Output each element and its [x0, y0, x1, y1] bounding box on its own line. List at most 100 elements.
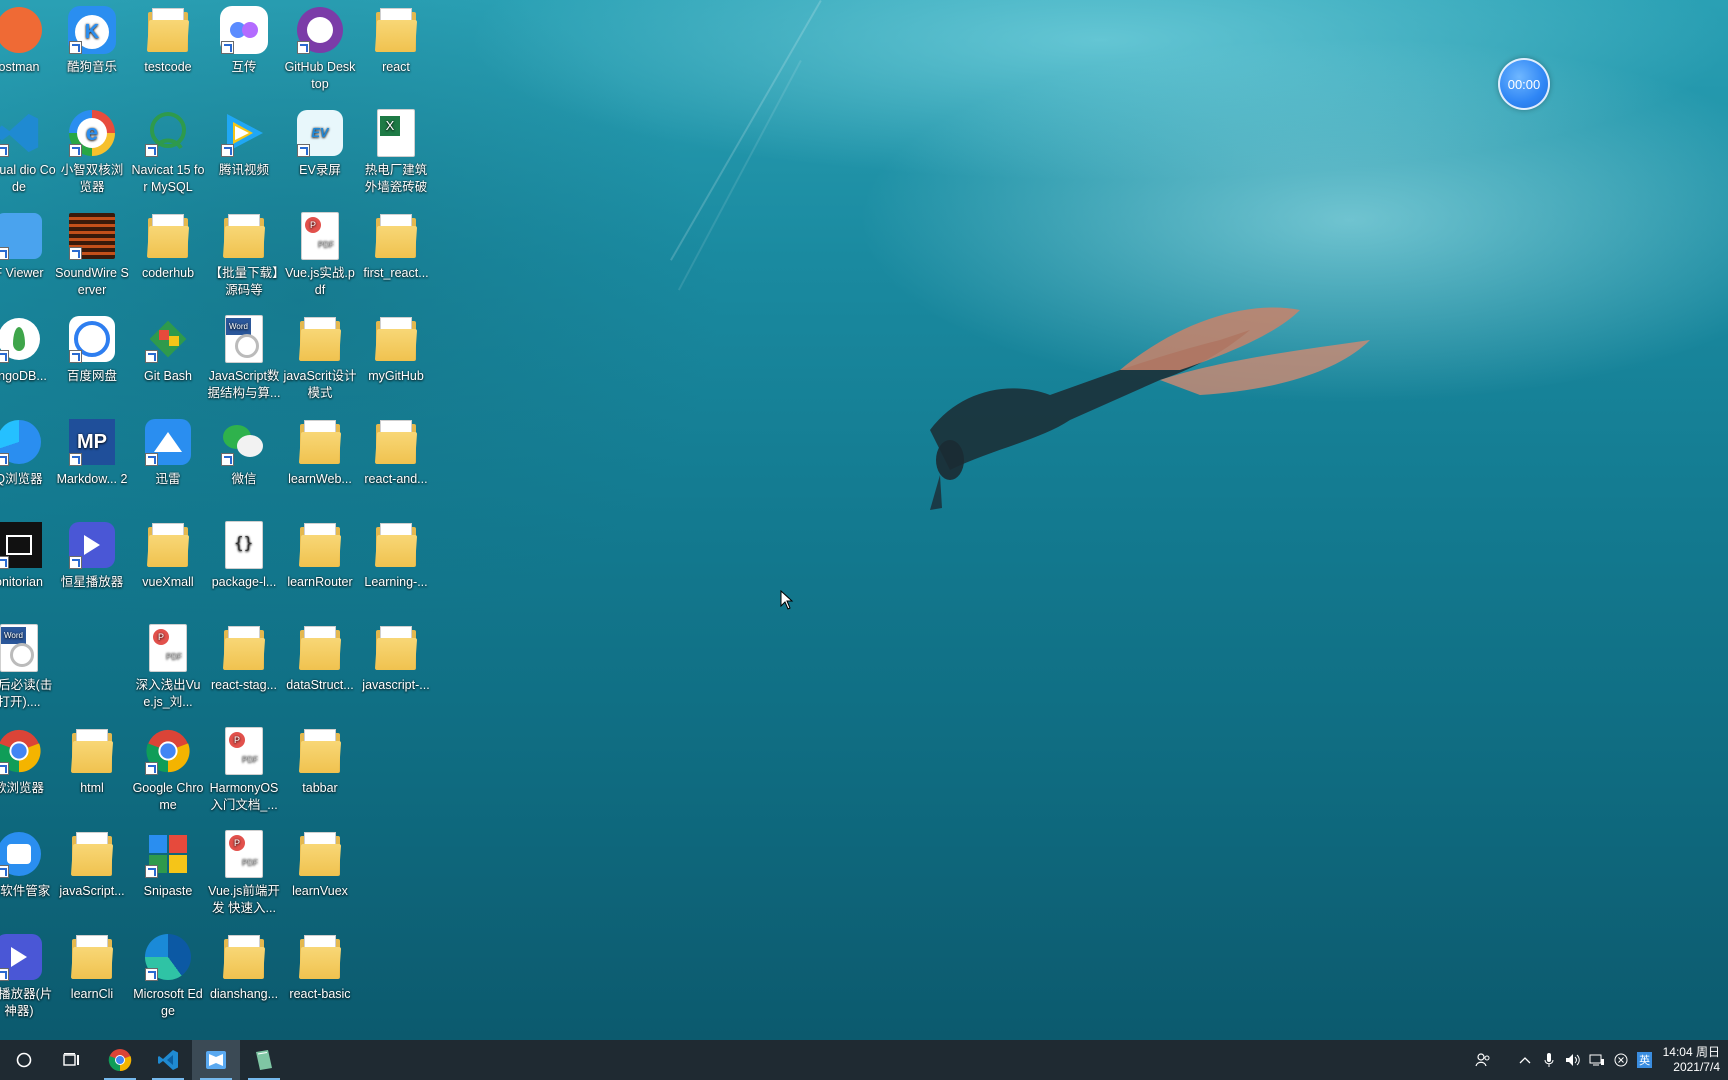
input-method-indicator[interactable]: 英	[1633, 1040, 1657, 1080]
desktop-icon[interactable]: EV EV录屏	[283, 103, 357, 179]
chevron-up-icon[interactable]	[1513, 1040, 1537, 1080]
desktop-icon[interactable]: testcode	[131, 0, 205, 76]
desktop-icon[interactable]: K 酷狗音乐	[55, 0, 129, 76]
search-button[interactable]	[0, 1040, 48, 1080]
desktop-icon[interactable]: P PDF Vue.js实战.pdf	[283, 206, 357, 299]
desktop-icon[interactable]: 恒星播放器	[55, 515, 129, 591]
mongodb-icon	[0, 313, 45, 365]
desktop-icon[interactable]: P PDF Vue.js前端开发 快速入...	[207, 824, 281, 917]
desktop-icon[interactable]: javaScript...	[55, 824, 129, 900]
clock[interactable]: 14:04 周日 2021/7/4	[1657, 1045, 1728, 1075]
desktop-icon-label: 深入浅出Vue.js_刘...	[135, 678, 201, 709]
excel-icon: X	[370, 107, 422, 159]
vscode-icon	[158, 1050, 178, 1070]
desktop-icon[interactable]: first_react...	[359, 206, 433, 282]
desktop-icon-label: react	[382, 60, 410, 74]
desktop-icon[interactable]: ongoDB...	[0, 309, 56, 385]
desktop-icon[interactable]: Q浏览器	[0, 412, 56, 488]
volume-icon[interactable]	[1561, 1040, 1585, 1080]
desktop-icon[interactable]: X 热电厂建筑外墙瓷砖破损...	[359, 103, 433, 196]
desktop-icon[interactable]: 腾讯视频	[207, 103, 281, 179]
folder-icon	[370, 210, 422, 262]
people-icon[interactable]	[1471, 1040, 1495, 1080]
recording-timer[interactable]: 00:00	[1498, 58, 1550, 110]
desktop-icon[interactable]: Learning-...	[359, 515, 433, 591]
desktop-icon[interactable]: html	[55, 721, 129, 797]
folder-icon	[142, 210, 194, 262]
desktop-icon[interactable]: dataStruct...	[283, 618, 357, 694]
taskbar-chrome[interactable]	[96, 1040, 144, 1080]
desktop-icon[interactable]: coderhub	[131, 206, 205, 282]
tencent-video-icon	[218, 107, 270, 159]
desktop-icon[interactable]: {} package-l...	[207, 515, 281, 591]
baidu-icon	[66, 313, 118, 365]
desktop-icon[interactable]: ostman	[0, 0, 56, 76]
desktop-icon[interactable]: Git Bash	[131, 309, 205, 385]
taskbar-vscode[interactable]	[144, 1040, 192, 1080]
desktop-icon[interactable]: Snipaste	[131, 824, 205, 900]
desktop-icon[interactable]: tabbar	[283, 721, 357, 797]
desktop-icon-label: dataStruct...	[286, 678, 354, 692]
taskbar-pdf-viewer[interactable]	[192, 1040, 240, 1080]
folder-icon	[142, 519, 194, 571]
desktop-icon[interactable]: vueXmall	[131, 515, 205, 591]
desktop-icon[interactable]: learnRouter	[283, 515, 357, 591]
desktop-icon[interactable]: react-and...	[359, 412, 433, 488]
task-view-button[interactable]	[48, 1040, 96, 1080]
pdf-icon: P PDF	[218, 828, 270, 880]
desktop-icon[interactable]: P PDF HarmonyOS入门文档_...	[207, 721, 281, 814]
status-error-icon[interactable]	[1609, 1040, 1633, 1080]
desktop-icon[interactable]: P PDF 深入浅出Vue.js_刘...	[131, 618, 205, 711]
taskbar-notepad[interactable]	[240, 1040, 288, 1080]
desktop-icon[interactable]: 星软件管家	[0, 824, 56, 900]
desktop-icon[interactable]: learnCli	[55, 927, 129, 1003]
desktop-icon[interactable]: Word JavaScript数据结构与算...	[207, 309, 281, 402]
desktop-icon-label: vueXmall	[142, 575, 194, 589]
desktop-icon[interactable]: myGitHub	[359, 309, 433, 385]
notepad-icon	[256, 1050, 272, 1070]
desktop-icon[interactable]: dianshang...	[207, 927, 281, 1003]
desktop-icon[interactable]: e 小智双核浏览器	[55, 103, 129, 196]
desktop-icon[interactable]: onitorian	[0, 515, 56, 591]
desktop-icon[interactable]: learnWeb...	[283, 412, 357, 488]
desktop-icon[interactable]: Microsoft Edge	[131, 927, 205, 1020]
desktop-icon-label: myGitHub	[368, 369, 424, 383]
desktop-icon[interactable]: SoundWire Server	[55, 206, 129, 299]
folder-icon	[218, 622, 270, 674]
desktop-icon[interactable]: react-stag...	[207, 618, 281, 694]
desktop-icon[interactable]: 星播放器(片神器)	[0, 927, 56, 1020]
desktop-icon[interactable]: react	[359, 0, 433, 76]
desktop-icon-label: 星软件管家	[0, 884, 51, 898]
desktop-icon[interactable]: 【批量下载】源码等	[207, 206, 281, 299]
desktop-icon-label: ongoDB...	[0, 369, 47, 383]
desktop-icon[interactable]: 迅雷	[131, 412, 205, 488]
desktop-icon[interactable]: react-basic	[283, 927, 357, 1003]
qqbrowser-icon	[0, 416, 45, 468]
desktop-icon[interactable]: javaScrit设计模式	[283, 309, 357, 402]
desktop-icon[interactable]: javascript-...	[359, 618, 433, 694]
desktop-icon[interactable]: MP Markdow... 2	[55, 412, 129, 488]
desktop-icon[interactable]: F Viewer	[0, 206, 56, 282]
desktop-icon-label: learnWeb...	[288, 472, 352, 486]
soundwire-icon	[66, 210, 118, 262]
desktop-icon-label: react-basic	[289, 987, 351, 1001]
desktop-icon[interactable]: Google Chrome	[131, 721, 205, 814]
desktop-icon[interactable]: learnVuex	[283, 824, 357, 900]
network-icon[interactable]	[1585, 1040, 1609, 1080]
desktop-icon-label: Microsoft Edge	[133, 987, 203, 1018]
player-icon	[0, 931, 45, 983]
desktop-icon[interactable]: 歌浏览器	[0, 721, 56, 797]
desktop-icon[interactable]: 互传	[207, 0, 281, 76]
microphone-icon[interactable]	[1537, 1040, 1561, 1080]
desktop-icon[interactable]: Word 机后必读(击打开)....	[0, 618, 56, 711]
folder-icon	[294, 828, 346, 880]
desktop-icon-label: 互传	[231, 60, 257, 74]
desktop-icon[interactable]: GitHub Desktop	[283, 0, 357, 93]
desktop-icon[interactable]: Visual dio Code	[0, 103, 56, 196]
desktop-icon-label: GitHub Desktop	[284, 60, 356, 91]
desktop-icon[interactable]: 百度网盘	[55, 309, 129, 385]
desktop-icon[interactable]: 微信	[207, 412, 281, 488]
monitorian-icon	[0, 519, 45, 571]
desktop-icon[interactable]: Navicat 15 for MySQL	[131, 103, 205, 196]
folder-icon	[294, 416, 346, 468]
